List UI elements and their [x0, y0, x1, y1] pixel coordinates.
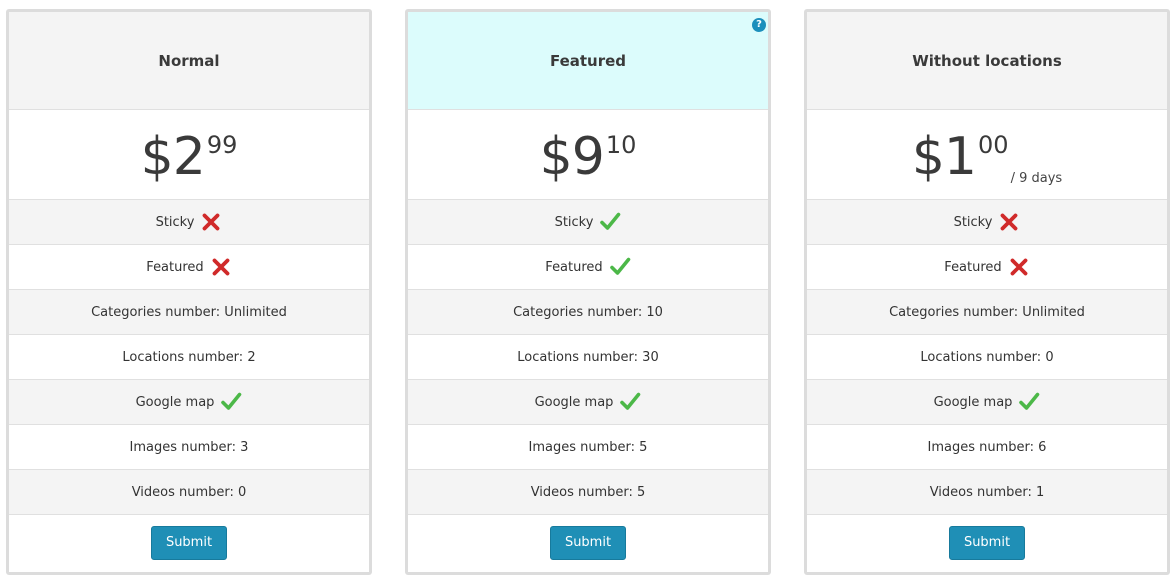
submit-row: Submit	[807, 515, 1167, 570]
price-cents: 00	[978, 130, 1009, 159]
price-period: / 9 days	[1010, 170, 1063, 186]
pricing-plan-without-locations: Without locations $1 00 / 9 days Sticky …	[804, 9, 1170, 575]
feature-label: Categories number: Unlimited	[91, 304, 287, 320]
pricing-plan-featured: Featured ? $9 10 Sticky Featured Categor…	[405, 9, 771, 575]
feature-label: Featured	[944, 259, 1002, 275]
feature-label: Locations number: 0	[920, 349, 1054, 365]
cross-icon	[200, 211, 222, 233]
plan-title: Featured	[549, 51, 627, 70]
price-whole: 2	[172, 126, 206, 187]
price-currency: $	[911, 126, 945, 187]
feature-videos: Videos number: 1	[807, 470, 1167, 515]
feature-locations: Locations number: 0	[807, 335, 1167, 380]
plan-price: $9 10	[540, 127, 637, 183]
feature-label: Categories number: 10	[513, 304, 663, 320]
feature-categories: Categories number: 10	[408, 290, 768, 335]
feature-locations: Locations number: 2	[9, 335, 369, 380]
feature-videos: Videos number: 0	[9, 470, 369, 515]
price-whole: 9	[571, 126, 605, 187]
plan-title: Without locations	[912, 51, 1062, 70]
feature-label: Google map	[534, 394, 614, 410]
price-row: $2 99	[9, 110, 369, 200]
plan-header: Normal	[9, 12, 369, 110]
check-icon	[599, 211, 621, 233]
feature-google-map: Google map	[807, 380, 1167, 425]
feature-label: Google map	[135, 394, 215, 410]
submit-button[interactable]: Submit	[948, 525, 1026, 560]
cross-icon	[1008, 256, 1030, 278]
feature-locations: Locations number: 30	[408, 335, 768, 380]
feature-label: Locations number: 30	[517, 349, 659, 365]
feature-label: Images number: 5	[528, 439, 648, 455]
feature-categories: Categories number: Unlimited	[807, 290, 1167, 335]
price-cents: 99	[206, 130, 238, 159]
help-icon[interactable]: ?	[752, 18, 766, 32]
price-currency: $	[539, 126, 573, 187]
feature-label: Videos number: 1	[929, 484, 1045, 500]
feature-featured: Featured	[408, 245, 768, 290]
feature-label: Videos number: 5	[530, 484, 646, 500]
feature-images: Images number: 3	[9, 425, 369, 470]
price-row: $1 00 / 9 days	[807, 110, 1167, 200]
plan-title: Normal	[158, 51, 220, 70]
feature-label: Images number: 6	[927, 439, 1047, 455]
plan-price: $2 99	[141, 127, 238, 183]
feature-label: Featured	[146, 259, 204, 275]
feature-images: Images number: 5	[408, 425, 768, 470]
submit-button[interactable]: Submit	[549, 525, 627, 560]
feature-label: Categories number: Unlimited	[889, 304, 1085, 320]
plan-price: $1 00 / 9 days	[911, 126, 1063, 187]
feature-sticky: Sticky	[408, 200, 768, 245]
check-icon	[220, 391, 242, 413]
pricing-plan-normal: Normal $2 99 Sticky Featured Categories …	[6, 9, 372, 575]
price-whole: 1	[943, 126, 977, 187]
check-icon	[619, 391, 641, 413]
feature-sticky: Sticky	[9, 200, 369, 245]
feature-label: Google map	[933, 394, 1013, 410]
feature-videos: Videos number: 5	[408, 470, 768, 515]
cross-icon	[210, 256, 232, 278]
feature-label: Videos number: 0	[131, 484, 247, 500]
feature-label: Sticky	[155, 214, 195, 230]
price-cents: 10	[605, 130, 637, 159]
feature-label: Sticky	[554, 214, 594, 230]
feature-featured: Featured	[9, 245, 369, 290]
feature-label: Sticky	[953, 214, 993, 230]
feature-sticky: Sticky	[807, 200, 1167, 245]
feature-google-map: Google map	[408, 380, 768, 425]
feature-featured: Featured	[807, 245, 1167, 290]
price-row: $9 10	[408, 110, 768, 200]
submit-row: Submit	[9, 515, 369, 570]
feature-label: Images number: 3	[129, 439, 249, 455]
feature-label: Locations number: 2	[122, 349, 256, 365]
check-icon	[1018, 391, 1040, 413]
price-currency: $	[140, 126, 174, 187]
plan-header: Without locations	[807, 12, 1167, 110]
submit-button[interactable]: Submit	[150, 525, 228, 560]
check-icon	[609, 256, 631, 278]
feature-google-map: Google map	[9, 380, 369, 425]
feature-categories: Categories number: Unlimited	[9, 290, 369, 335]
submit-row: Submit	[408, 515, 768, 570]
cross-icon	[998, 211, 1020, 233]
plan-header: Featured ?	[408, 12, 768, 110]
feature-images: Images number: 6	[807, 425, 1167, 470]
feature-label: Featured	[545, 259, 603, 275]
